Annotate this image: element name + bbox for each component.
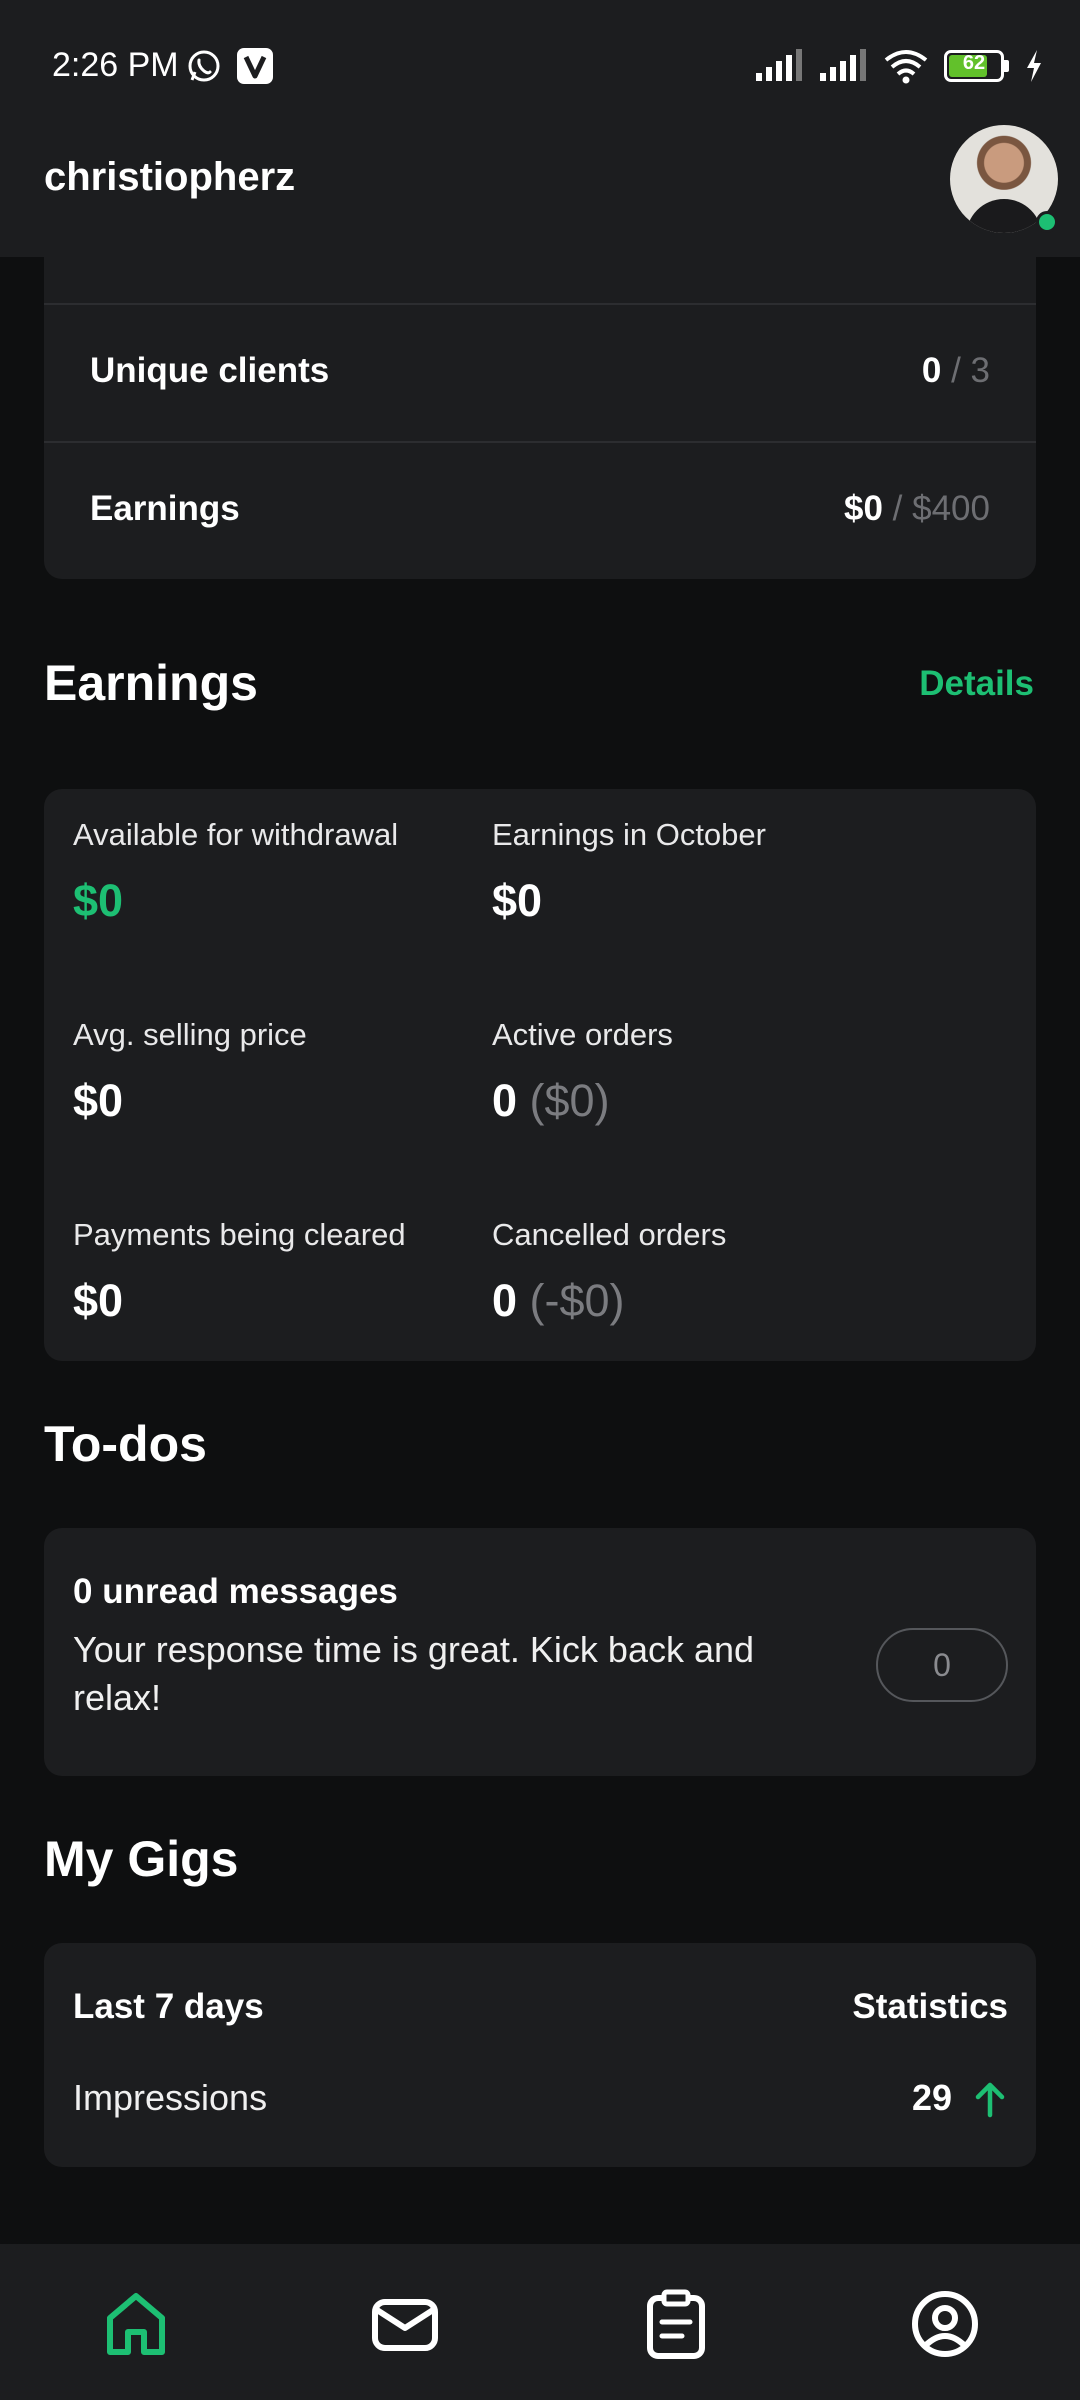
whatsapp-icon (188, 50, 220, 82)
earnings-section-title: Earnings (44, 655, 258, 711)
divider (44, 441, 1036, 443)
payments-being-cleared-value: $0 (73, 1275, 124, 1326)
nav-inbox[interactable] (365, 2284, 445, 2364)
signal-icon (820, 49, 866, 81)
inbox-icon (372, 2299, 438, 2351)
unique-clients-value: 0 / 3 (921, 351, 990, 390)
status-icons: 62 (754, 44, 1044, 88)
app-header: christiopherz (0, 125, 1080, 257)
earnings-card: Available for withdrawal $0 Earnings in … (44, 789, 1036, 1361)
impressions-label: Impressions (73, 2077, 268, 2118)
avg-selling-price-value: $0 (73, 1075, 124, 1126)
available-for-withdrawal-value: $0 (73, 875, 124, 926)
details-link[interactable]: Details (919, 664, 1034, 704)
battery-level: 62 (962, 52, 986, 74)
v-app-icon (237, 48, 273, 84)
period-label: Last 7 days (73, 1987, 264, 2026)
unread-count-badge: 0 (876, 1628, 1008, 1702)
nav-profile[interactable] (905, 2284, 985, 2364)
todos-section-title: To-dos (44, 1416, 207, 1472)
payments-being-cleared-label: Payments being cleared (73, 1217, 406, 1252)
unread-messages-card[interactable]: 0 unread messages Your response time is … (44, 1528, 1036, 1776)
level-progress-card: Unique clients 0 / 3 Earnings $0 / $400 (44, 257, 1036, 579)
profile-icon (912, 2291, 978, 2357)
unread-messages-title: 0 unread messages (73, 1572, 398, 1611)
divider (44, 303, 1036, 305)
username: christiopherz (44, 155, 296, 199)
impressions-value: 29 (911, 2077, 952, 2118)
cancelled-orders-label: Cancelled orders (492, 1217, 727, 1252)
trend-up-icon (975, 2082, 1005, 2118)
available-for-withdrawal-label: Available for withdrawal (73, 817, 399, 852)
status-bar: 2:26 PM 62 (0, 0, 1080, 135)
unique-clients-label: Unique clients (90, 351, 330, 390)
active-orders-value: 0 ($0) (492, 1075, 610, 1126)
orders-icon (647, 2289, 705, 2359)
nav-home[interactable] (96, 2284, 176, 2364)
earnings-label: Earnings (90, 489, 240, 528)
cancelled-orders-value: 0 (-$0) (492, 1275, 625, 1326)
nav-orders[interactable] (636, 2284, 716, 2364)
signal-icon (756, 49, 802, 81)
my-gigs-section-title: My Gigs (44, 1831, 239, 1887)
online-status-dot (1036, 211, 1058, 233)
statistics-link[interactable]: Statistics (852, 1987, 1008, 2027)
earnings-in-october-value: $0 (492, 875, 543, 926)
response-time-text: Your response time is great. Kick back a… (73, 1629, 755, 1718)
wifi-icon (884, 50, 928, 84)
avg-selling-price-label: Avg. selling price (73, 1017, 307, 1052)
earnings-in-october-label: Earnings in October (492, 817, 766, 852)
active-orders-label: Active orders (492, 1017, 673, 1052)
battery-icon: 62 (944, 50, 1010, 82)
earnings-value: $0 / $400 (844, 489, 990, 528)
charging-icon (1027, 50, 1041, 82)
home-icon (107, 2293, 165, 2355)
bottom-navigation (0, 2244, 1080, 2400)
status-time: 2:26 PM (52, 46, 179, 84)
gigs-stats-card: Last 7 days Statistics Impressions 29 (44, 1943, 1036, 2167)
